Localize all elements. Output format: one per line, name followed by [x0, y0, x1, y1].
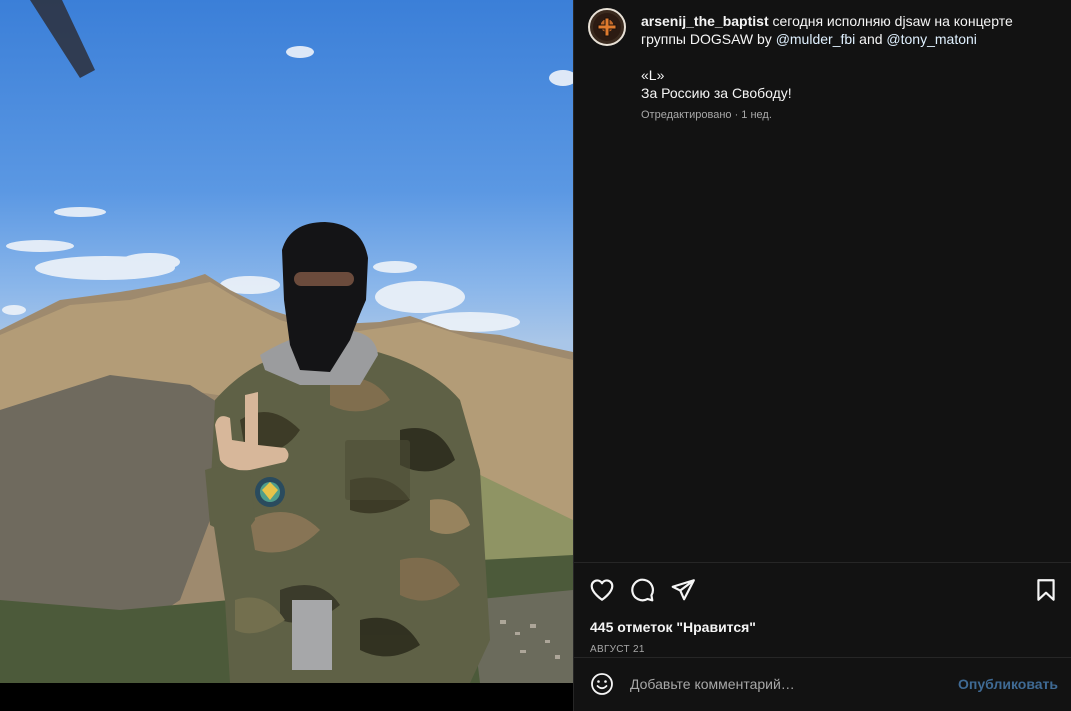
- comment-bubble-icon[interactable]: [629, 577, 655, 603]
- avatar[interactable]: [588, 8, 626, 46]
- caption-line: За Россию за Свободу!: [641, 85, 792, 101]
- publish-button[interactable]: Опубликовать: [958, 676, 1058, 692]
- comment-input[interactable]: [630, 673, 950, 695]
- photo-scene: [0, 0, 573, 683]
- bookmark-icon[interactable]: [1033, 577, 1059, 603]
- mention-link[interactable]: @tony_matoni: [886, 31, 976, 47]
- action-bar: 445 отметок "Нравится" АВГУСТ 21: [574, 562, 1071, 657]
- paper-plane-icon[interactable]: [670, 577, 696, 603]
- comment-bar: Опубликовать: [574, 657, 1071, 711]
- likes-count[interactable]: 445 отметок "Нравится": [590, 619, 756, 635]
- caption-area: arsenij_the_baptist сегодня исполняю djs…: [574, 0, 1071, 562]
- post-detail-panel: arsenij_the_baptist сегодня исполняю djs…: [573, 0, 1071, 711]
- post-photo[interactable]: [0, 0, 573, 683]
- caption-text: arsenij_the_baptist сегодня исполняю djs…: [641, 12, 1041, 48]
- edited-timestamp: Отредактировано · 1 нед.: [641, 109, 772, 121]
- caption-and: and: [855, 31, 887, 47]
- caption-extra-lines: «L» За Россию за Свободу!: [641, 66, 1041, 102]
- caption-line: «L»: [641, 67, 665, 83]
- heart-icon[interactable]: [589, 577, 615, 603]
- avatar-emblem-icon: [597, 17, 617, 37]
- photo-bottom-strip: [0, 683, 573, 711]
- post-username[interactable]: arsenij_the_baptist: [641, 13, 769, 29]
- post-date: АВГУСТ 21: [590, 644, 645, 655]
- mention-link[interactable]: @mulder_fbi: [776, 31, 856, 47]
- smiley-icon[interactable]: [590, 672, 614, 696]
